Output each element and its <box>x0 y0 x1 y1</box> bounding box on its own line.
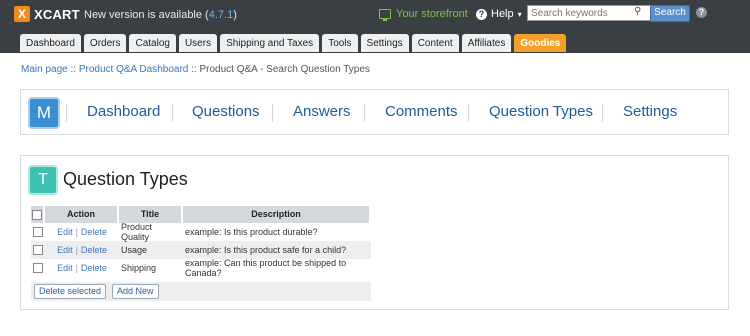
row-select-cell <box>31 227 45 238</box>
breadcrumb-product-qa-dashboard[interactable]: Product Q&A Dashboard <box>79 64 189 75</box>
add-new-button[interactable]: Add New <box>112 284 159 299</box>
column-header-title: Title <box>119 206 181 223</box>
main-tabs: Dashboard Orders Catalog Users Shipping … <box>20 34 567 52</box>
column-header-action: Action <box>45 206 117 223</box>
delete-link[interactable]: Delete <box>81 245 107 255</box>
select-all-cell <box>31 206 43 223</box>
module-nav-settings[interactable]: Settings <box>623 103 677 120</box>
new-version-suffix: ) <box>233 9 237 21</box>
table-row: Edit | Delete Product Quality example: Is … <box>31 222 371 242</box>
xcart-logo-text: XCART <box>34 6 80 22</box>
tab-catalog[interactable]: Catalog <box>129 34 176 52</box>
nav-divider <box>602 104 603 122</box>
tab-orders[interactable]: Orders <box>83 34 127 52</box>
tab-content[interactable]: Content <box>411 34 459 52</box>
breadcrumb: Main page :: Product Q&A Dashboard :: Pr… <box>21 64 370 75</box>
select-all-checkbox[interactable] <box>32 209 42 220</box>
delete-selected-button[interactable]: Delete selected <box>34 284 107 299</box>
new-version-notice: New version is available (4.7.1) <box>84 9 237 21</box>
nav-divider <box>272 104 273 122</box>
module-nav-answers[interactable]: Answers <box>293 103 351 120</box>
action-separator: | <box>75 227 78 237</box>
module-nav-panel: M Dashboard Questions Answers Comments Q… <box>20 89 729 135</box>
monitor-icon <box>379 9 391 21</box>
edit-link[interactable]: Edit <box>57 227 73 237</box>
table-row: Edit | Delete Usage example: Is this produ… <box>31 241 371 259</box>
action-separator: | <box>75 245 78 255</box>
page-title: Question Types <box>63 169 188 189</box>
tab-dashboard[interactable]: Dashboard <box>20 34 81 52</box>
search-input[interactable] <box>527 5 651 21</box>
nav-divider <box>172 104 173 122</box>
table-action-bar: Delete selected Add New <box>31 282 371 301</box>
table-row: Edit | Delete Shipping example: Can this p… <box>31 258 371 278</box>
storefront-link[interactable]: Your storefront <box>379 8 468 21</box>
module-badge-icon: M <box>28 97 60 129</box>
tab-affiliates[interactable]: Affiliates <box>461 34 512 52</box>
row-checkbox[interactable] <box>33 263 43 274</box>
row-checkbox[interactable] <box>33 245 43 256</box>
new-version-link[interactable]: 4.7.1 <box>209 9 233 21</box>
edit-link[interactable]: Edit <box>57 245 73 255</box>
delete-link[interactable]: Delete <box>81 263 107 273</box>
help-menu[interactable]: ? Help ▾ <box>476 8 522 20</box>
row-description: example: Is this product safe for a chil… <box>185 245 347 255</box>
row-select-cell <box>31 263 45 274</box>
edit-link[interactable]: Edit <box>57 263 73 273</box>
tab-settings[interactable]: Settings <box>360 34 409 52</box>
nav-divider <box>364 104 365 122</box>
xcart-logo[interactable]: X XCART <box>14 6 80 22</box>
row-actions: Edit | Delete <box>45 245 119 255</box>
question-types-badge-icon: T <box>28 165 58 195</box>
module-nav-comments[interactable]: Comments <box>385 103 458 120</box>
breadcrumb-current: Product Q&A - Search Question Types <box>199 64 370 75</box>
row-title: Product Quality <box>121 222 153 242</box>
info-icon[interactable]: ? <box>696 7 707 18</box>
row-select-cell <box>31 245 45 256</box>
row-checkbox[interactable] <box>33 227 43 238</box>
action-separator: | <box>75 263 78 273</box>
search-button[interactable]: Search <box>650 5 690 22</box>
tab-goodies[interactable]: Goodies <box>514 34 567 52</box>
help-icon: ? <box>476 8 487 20</box>
top-bar: X XCART New version is available (4.7.1)… <box>0 0 750 53</box>
table-header: Action Title Description <box>31 206 371 223</box>
module-nav-questions[interactable]: Questions <box>192 103 260 120</box>
tab-users[interactable]: Users <box>178 34 218 52</box>
new-version-prefix: New version is available ( <box>84 9 209 21</box>
row-description: example: Is this product durable? <box>185 227 318 237</box>
breadcrumb-separator: :: <box>67 64 79 75</box>
row-description: example: Can this product be shipped to … <box>185 258 347 278</box>
delete-link[interactable]: Delete <box>81 227 107 237</box>
xcart-logo-icon: X <box>14 6 30 22</box>
row-title: Shipping <box>121 263 157 273</box>
row-title: Usage <box>121 245 148 255</box>
breadcrumb-separator: :: <box>188 64 200 75</box>
question-types-table: Action Title Description Edit | Delete Pro… <box>31 206 371 278</box>
help-label: Help <box>491 8 514 20</box>
chevron-down-icon: ▾ <box>517 9 522 19</box>
storefront-label: Your storefront <box>396 8 468 20</box>
tab-tools[interactable]: Tools <box>322 34 358 52</box>
breadcrumb-main-page[interactable]: Main page <box>21 64 68 75</box>
column-header-description: Description <box>183 206 369 223</box>
row-actions: Edit | Delete <box>45 227 119 237</box>
nav-divider <box>66 104 67 122</box>
search-icon[interactable]: ⚲ <box>634 7 644 17</box>
nav-divider <box>468 104 469 122</box>
module-nav-dashboard[interactable]: Dashboard <box>87 103 160 120</box>
row-actions: Edit | Delete <box>45 263 119 273</box>
tab-shipping-and-taxes[interactable]: Shipping and Taxes <box>220 34 320 52</box>
module-nav-question-types[interactable]: Question Types <box>489 103 593 120</box>
question-types-panel: T Question Types Action Title Descriptio… <box>20 155 729 310</box>
